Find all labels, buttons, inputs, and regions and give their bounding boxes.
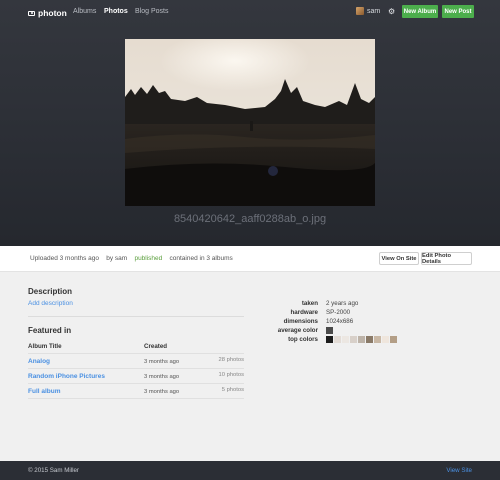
- add-description-link[interactable]: Add description: [28, 300, 73, 307]
- album-link-random-iphone[interactable]: Random iPhone Pictures: [28, 373, 105, 380]
- meta-value: 2 years ago: [326, 300, 359, 307]
- top-color-swatch: [366, 336, 373, 343]
- new-album-button[interactable]: New Album: [402, 5, 438, 18]
- footer: © 2015 Sam Miller View Site: [0, 461, 500, 480]
- user-name: sam: [367, 7, 381, 15]
- top-color-swatch: [358, 336, 365, 343]
- edit-photo-details-button[interactable]: Edit Photo Details: [421, 252, 472, 265]
- album-link-analog[interactable]: Analog: [28, 358, 50, 365]
- meta-taken: taken 2 years ago: [250, 300, 450, 308]
- meta-label: average color: [277, 327, 318, 334]
- album-created: 3 months ago: [144, 359, 180, 365]
- main-content: Description Add description Featured in …: [0, 272, 500, 461]
- view-on-site-button[interactable]: View On Site: [379, 252, 419, 265]
- brand-logo[interactable]: photon: [28, 8, 67, 18]
- table-row: Full album 3 months ago 5 photos: [28, 383, 244, 398]
- uploaded-text: Uploaded 3 months ago: [30, 255, 100, 262]
- divider: [28, 398, 244, 399]
- view-site-link[interactable]: View Site: [446, 467, 472, 474]
- album-count: 10 photos: [218, 372, 244, 378]
- status-badge: published: [134, 255, 163, 262]
- album-count: 28 photos: [218, 357, 244, 363]
- gear-icon[interactable]: ⚙: [388, 7, 395, 16]
- album-created: 3 months ago: [144, 389, 180, 395]
- meta-top-colors: top colors: [250, 336, 450, 344]
- col-created: Created: [144, 343, 168, 350]
- meta-hardware: hardware SP-2000: [250, 309, 450, 317]
- new-post-button[interactable]: New Post: [442, 5, 474, 18]
- nav-albums[interactable]: Albums: [73, 8, 96, 15]
- albums-count-text: contained in 3 albums: [169, 255, 233, 262]
- featured-heading: Featured in: [28, 326, 72, 335]
- top-color-swatch: [334, 336, 341, 343]
- photo-filename: 8540420642_aaff0288ab_o.jpg: [173, 213, 327, 225]
- brand-name: photon: [38, 8, 67, 18]
- top-nav: photon Albums Photos Blog Posts sam ⚙ Ne…: [0, 0, 500, 24]
- meta-label: top colors: [288, 336, 318, 343]
- uploader-text: by sam: [106, 255, 128, 262]
- album-created: 3 months ago: [144, 374, 180, 380]
- top-color-swatch: [374, 336, 381, 343]
- avatar: [356, 7, 364, 15]
- user-menu[interactable]: sam: [356, 7, 380, 15]
- divider: [28, 316, 244, 317]
- meta-average-color: average color: [250, 327, 450, 335]
- meta-value: SP-2000: [326, 309, 351, 316]
- meta-label: hardware: [290, 309, 318, 316]
- photo-header: photon Albums Photos Blog Posts sam ⚙ Ne…: [0, 0, 500, 246]
- top-color-swatch: [390, 336, 397, 343]
- top-color-swatch: [342, 336, 349, 343]
- table-row: Analog 3 months ago 28 photos: [28, 353, 244, 368]
- photo-info-bar: Uploaded 3 months ago by sam published c…: [0, 246, 500, 272]
- camera-icon: [28, 10, 35, 16]
- album-link-full-album[interactable]: Full album: [28, 388, 61, 395]
- nav-blog-posts[interactable]: Blog Posts: [135, 8, 168, 15]
- album-count: 5 photos: [221, 387, 244, 393]
- upload-info: Uploaded 3 months ago by sam published c…: [30, 255, 233, 262]
- nav-photos[interactable]: Photos: [104, 8, 128, 15]
- meta-dimensions: dimensions 1024x686: [250, 318, 450, 326]
- meta-label: dimensions: [283, 318, 318, 325]
- meta-value: 1024x686: [326, 318, 354, 325]
- meta-label: taken: [301, 300, 318, 307]
- photo-image: [125, 39, 375, 206]
- description-heading: Description: [28, 287, 73, 296]
- average-color-swatch: [326, 327, 333, 334]
- top-color-swatch: [382, 336, 389, 343]
- top-color-swatch: [326, 336, 333, 343]
- col-album-title: Album Title: [28, 343, 62, 350]
- top-color-swatch: [350, 336, 357, 343]
- copyright: © 2015 Sam Miller: [28, 467, 79, 474]
- table-row: Random iPhone Pictures 3 months ago 10 p…: [28, 368, 244, 383]
